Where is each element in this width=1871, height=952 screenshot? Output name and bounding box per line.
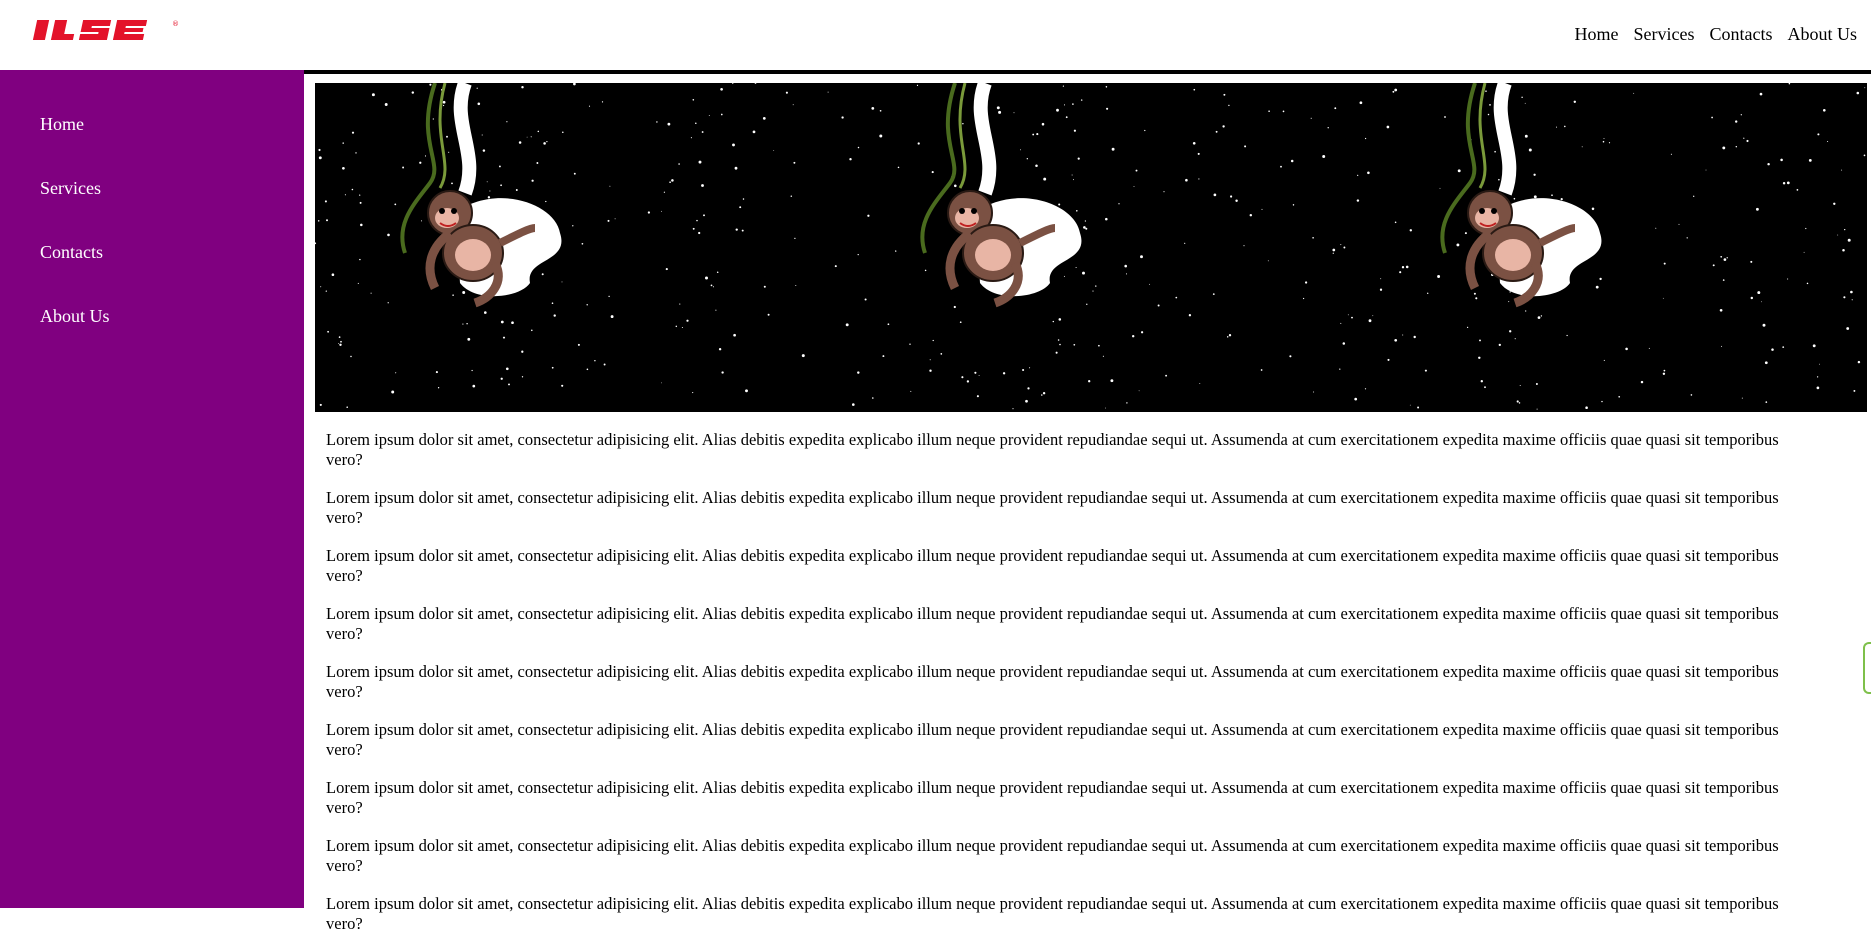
top-nav-services[interactable]: Services <box>1634 24 1695 45</box>
content-paragraph: Lorem ipsum dolor sit amet, consectetur … <box>326 894 1779 933</box>
logo-registered-mark: ® <box>172 20 179 28</box>
content-paragraph: Lorem ipsum dolor sit amet, consectetur … <box>326 720 1779 759</box>
content-paragraph: Lorem ipsum dolor sit amet, consectetur … <box>326 546 1779 585</box>
sidebar: Home Services Contacts About Us <box>0 70 304 908</box>
sidebar-item-contacts[interactable]: Contacts <box>40 242 103 263</box>
top-nav-about-us[interactable]: About Us <box>1787 24 1857 45</box>
banner-image <box>315 83 1867 412</box>
content-paragraph: Lorem ipsum dolor sit amet, consectetur … <box>326 604 1779 643</box>
sidebar-link-about-us[interactable]: About Us <box>40 306 110 326</box>
sidebar-item-home[interactable]: Home <box>40 114 84 135</box>
top-nav: Home Services Contacts About Us <box>1575 24 1858 45</box>
sidebar-link-contacts[interactable]: Contacts <box>40 242 103 262</box>
top-nav-contacts[interactable]: Contacts <box>1709 24 1772 45</box>
content-paragraph: Lorem ipsum dolor sit amet, consectetur … <box>326 488 1779 527</box>
content-paragraph: Lorem ipsum dolor sit amet, consectetur … <box>326 778 1779 817</box>
ijse-logo[interactable]: ® <box>32 16 182 44</box>
side-feedback-tab[interactable] <box>1863 642 1871 694</box>
top-nav-home[interactable]: Home <box>1575 24 1619 45</box>
site-header: ® Home Services Contacts About Us <box>0 0 1871 70</box>
sidebar-link-services[interactable]: Services <box>40 178 101 198</box>
content-paragraph: Lorem ipsum dolor sit amet, consectetur … <box>326 430 1779 469</box>
main-content: Lorem ipsum dolor sit amet, consectetur … <box>326 430 1871 952</box>
sidebar-item-services[interactable]: Services <box>40 178 101 199</box>
content-paragraph: Lorem ipsum dolor sit amet, consectetur … <box>326 662 1779 701</box>
content-paragraph: Lorem ipsum dolor sit amet, consectetur … <box>326 836 1779 875</box>
sidebar-item-about-us[interactable]: About Us <box>40 306 110 327</box>
sidebar-link-home[interactable]: Home <box>40 114 84 134</box>
